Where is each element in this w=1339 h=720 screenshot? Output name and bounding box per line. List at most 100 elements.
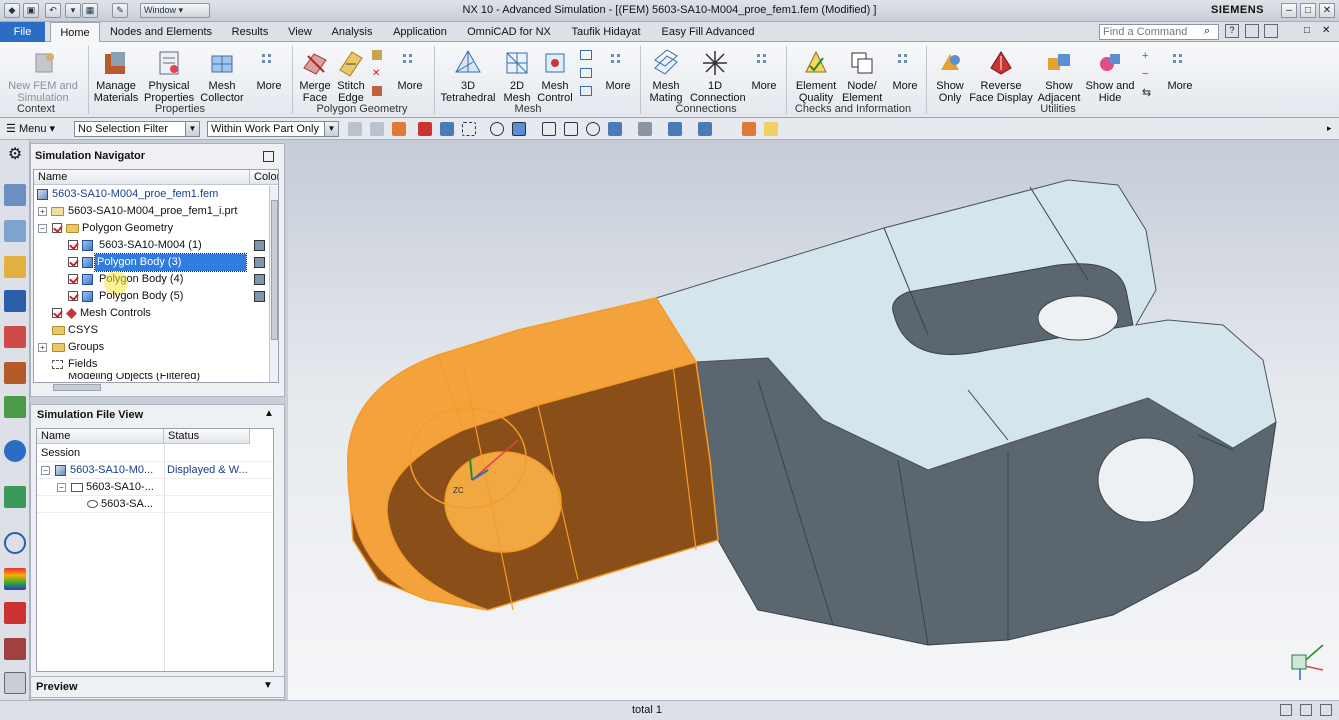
- properties-more-button[interactable]: More: [252, 48, 286, 92]
- maximize-panel-icon[interactable]: [263, 151, 274, 162]
- tab-view[interactable]: View: [284, 22, 316, 42]
- render-style-icon[interactable]: [638, 122, 652, 136]
- tetrahedral-mesh-button[interactable]: 3D Tetrahedral: [438, 48, 498, 104]
- mesh-collector-button[interactable]: Mesh Collector: [198, 48, 246, 104]
- select-point-icon[interactable]: [418, 122, 432, 136]
- visibility-checkbox[interactable]: [68, 257, 78, 267]
- zoom-icon[interactable]: [564, 122, 578, 136]
- tab-home[interactable]: Home: [50, 22, 100, 43]
- tab-analysis[interactable]: Analysis: [326, 22, 378, 42]
- restore-icon[interactable]: □: [1304, 25, 1310, 36]
- close-icon[interactable]: ✕: [1322, 25, 1330, 36]
- visibility-checkbox[interactable]: [68, 240, 78, 250]
- box-select-active-icon[interactable]: [512, 122, 526, 136]
- tree-row-idealized-part[interactable]: + 5603-SA10-M004_proe_fem1_i.prt: [34, 203, 269, 220]
- palette-icon[interactable]: [4, 568, 26, 590]
- tab-file[interactable]: File: [0, 22, 45, 42]
- rotate-icon[interactable]: [586, 122, 600, 136]
- clock-icon[interactable]: [4, 532, 26, 554]
- horizontal-scrollbar[interactable]: [35, 383, 279, 393]
- visibility-checkbox[interactable]: [68, 274, 78, 284]
- tree-row-polygon-body-4[interactable]: Polygon Body (4): [34, 271, 269, 295]
- fem-model[interactable]: ZC: [288, 140, 1339, 700]
- mesh-2d-button[interactable]: 2D Mesh: [500, 48, 534, 104]
- hd3d-tools-icon[interactable]: [4, 396, 26, 418]
- utilities-more-button[interactable]: More: [1164, 48, 1196, 92]
- tab-taufik-hidayat[interactable]: Taufik Hidayat: [566, 22, 646, 42]
- tab-application[interactable]: Application: [388, 22, 452, 42]
- collapse-icon[interactable]: −: [57, 483, 66, 492]
- vertical-scrollbar[interactable]: [269, 186, 278, 382]
- restore-button[interactable]: □: [1300, 3, 1316, 18]
- ribbon-options-icon[interactable]: [1264, 24, 1278, 38]
- mesh-more-button[interactable]: More: [602, 48, 634, 92]
- column-header-color[interactable]: Color: [250, 170, 278, 185]
- select-box-icon[interactable]: [440, 122, 454, 136]
- scrollbar-thumb[interactable]: [53, 384, 101, 391]
- file-row-part[interactable]: 5603-SA...: [37, 496, 273, 513]
- fit-view-icon[interactable]: [542, 122, 556, 136]
- role-icon[interactable]: [4, 602, 26, 624]
- invert-icon[interactable]: ⇆: [1142, 86, 1151, 99]
- connection-1d-button[interactable]: 1D Connection: [690, 48, 746, 104]
- tree-row-modeling-objects[interactable]: Modeling Objects (Filtered): [34, 373, 269, 381]
- assembly-navigator-icon[interactable]: [4, 256, 26, 278]
- help-icon[interactable]: ?: [1225, 24, 1239, 38]
- close-button[interactable]: ✕: [1319, 3, 1335, 18]
- merge-face-button[interactable]: Merge Face: [296, 48, 334, 104]
- show-adjacent-button[interactable]: Show Adjacent: [1036, 48, 1082, 104]
- new-fem-simulation-button[interactable]: New FEM and Simulation: [6, 48, 80, 104]
- visibility-checkbox[interactable]: [52, 223, 62, 233]
- status-window-icon[interactable]: [1320, 704, 1332, 716]
- expand-panel-icon[interactable]: ▼: [263, 680, 273, 691]
- toolbar-overflow-icon[interactable]: ▸: [1327, 123, 1332, 134]
- mesh-mating-button[interactable]: Mesh Mating: [644, 48, 688, 104]
- perspective-icon[interactable]: [668, 122, 682, 136]
- print-icon[interactable]: [4, 672, 26, 694]
- lasso-icon[interactable]: [490, 122, 504, 136]
- part-history-icon[interactable]: [4, 326, 26, 348]
- command-search-input[interactable]: Find a Command: [1099, 24, 1219, 40]
- expand-icon[interactable]: +: [38, 343, 47, 352]
- column-header-status[interactable]: Status: [164, 429, 250, 444]
- section-view-icon[interactable]: [698, 122, 712, 136]
- tree-row-fields[interactable]: Fields: [34, 356, 269, 373]
- tree-row-polygon-body-3[interactable]: Polygon Body (3): [34, 253, 269, 272]
- reverse-face-display-button[interactable]: Reverse Face Display: [968, 48, 1034, 104]
- node-element-button[interactable]: Node/ Element: [842, 48, 882, 104]
- part-navigator-icon[interactable]: [4, 220, 26, 242]
- tab-omnicad[interactable]: OmniCAD for NX: [462, 22, 556, 42]
- checks-more-button[interactable]: More: [888, 48, 922, 92]
- status-window-icon[interactable]: [1300, 704, 1312, 716]
- collapse-icon[interactable]: −: [38, 224, 47, 233]
- tree-row-fem[interactable]: 5603-SA10-M004_proe_fem1.fem: [34, 186, 269, 203]
- filter-icon[interactable]: [348, 122, 362, 136]
- polygon-tool-icon[interactable]: [372, 50, 382, 60]
- color-swatch[interactable]: [254, 291, 265, 302]
- color-swatch[interactable]: [254, 274, 265, 285]
- visibility-checkbox[interactable]: [68, 291, 78, 301]
- work-layer-icon[interactable]: [742, 122, 756, 136]
- tree-row-polygon-body-1[interactable]: 5603-SA10-M004 (1): [34, 237, 269, 254]
- rectangle-select-icon[interactable]: [462, 122, 476, 136]
- orient-view-icon[interactable]: [608, 122, 622, 136]
- file-row-idealized[interactable]: − 5603-SA10-...: [37, 479, 273, 496]
- simulation-navigator-tab-icon[interactable]: [4, 184, 26, 206]
- hide-icon[interactable]: −: [1142, 68, 1148, 80]
- tree-row-mesh-controls[interactable]: Mesh Controls: [34, 305, 269, 322]
- expand-icon[interactable]: +: [38, 207, 47, 216]
- delete-tool-icon[interactable]: ✕: [372, 68, 382, 79]
- mesh-tool-icon[interactable]: [580, 50, 592, 60]
- snap-icon[interactable]: [370, 122, 384, 136]
- tree-row-csys[interactable]: CSYS: [34, 322, 269, 339]
- mesh-control-button[interactable]: Mesh Control: [536, 48, 574, 104]
- fullscreen-icon[interactable]: [1245, 24, 1259, 38]
- preview-panel[interactable]: Preview ▼: [30, 676, 285, 698]
- color-swatch[interactable]: [254, 257, 265, 268]
- manage-materials-button[interactable]: Manage Materials: [92, 48, 140, 104]
- collapse-icon[interactable]: −: [41, 466, 50, 475]
- select-feature-icon[interactable]: [392, 122, 406, 136]
- file-row-session[interactable]: Session: [37, 445, 273, 462]
- menu-button[interactable]: ☰ Menu ▾: [6, 121, 66, 137]
- color-swatch[interactable]: [254, 240, 265, 251]
